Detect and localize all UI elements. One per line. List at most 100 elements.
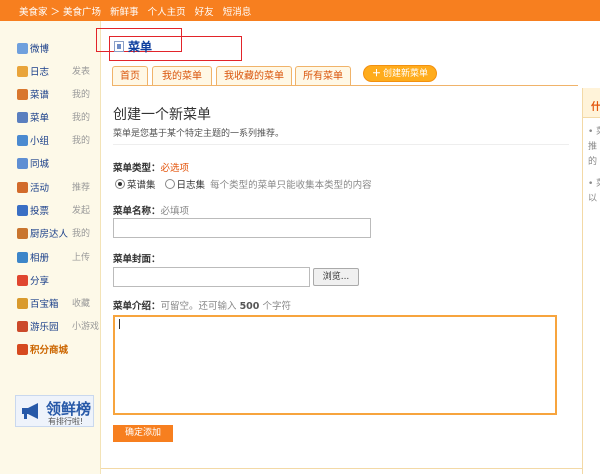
- tab-home[interactable]: 首页: [112, 66, 148, 86]
- type-label: 菜单类型：: [113, 163, 161, 174]
- right-panel-line: 推: [588, 142, 598, 152]
- sidebar-item-label[interactable]: 同城: [30, 159, 49, 170]
- city-icon: [17, 158, 28, 169]
- game-icon: [17, 321, 28, 332]
- sidebar-item-label[interactable]: 厨房达人: [30, 229, 68, 240]
- tab-all-menus[interactable]: 所有菜单: [295, 66, 351, 86]
- right-info-panel: 什 • 菜 推 的 • 菜 以: [582, 88, 600, 474]
- leaderboard-banner[interactable]: 领鲜榜 有排行啦!: [15, 395, 94, 427]
- sidebar-item-sublink[interactable]: 我的: [72, 133, 90, 146]
- top-link-news[interactable]: 新鲜事: [110, 7, 139, 18]
- sidebar-item[interactable]: 日志 发表: [17, 64, 97, 78]
- text-cursor: [119, 319, 120, 329]
- radio-blog-set-label[interactable]: 日志集: [177, 180, 206, 191]
- sidebar-item-sublink[interactable]: 推荐: [72, 180, 90, 193]
- cover-label-row: 菜单封面：: [113, 251, 161, 265]
- name-label-row: 菜单名称：必填项: [113, 203, 189, 217]
- sidebar-item-label[interactable]: 菜谱: [30, 90, 49, 101]
- menu-icon: [17, 112, 28, 123]
- sidebar-item-label[interactable]: 菜单: [30, 113, 49, 124]
- treasure-icon: [17, 298, 28, 309]
- sidebar-item-label[interactable]: 百宝箱: [30, 299, 59, 310]
- cover-label: 菜单封面：: [113, 254, 161, 265]
- name-label: 菜单名称：: [113, 206, 161, 217]
- radio-recipe-set[interactable]: [115, 179, 125, 189]
- sidebar-item[interactable]: 分享: [17, 273, 97, 287]
- sidebar-item-sublink[interactable]: 发起: [72, 203, 90, 216]
- type-radio-group: 菜谱集 日志集 每个类型的菜单只能收集本类型的内容: [115, 177, 372, 191]
- type-hint: 每个类型的菜单只能收集本类型的内容: [210, 180, 372, 191]
- breadcrumb[interactable]: 美食家 ＞ 美食广场: [19, 7, 101, 18]
- sidebar-item[interactable]: 活动 推荐: [17, 180, 97, 194]
- sidebar-item[interactable]: 菜谱 我的: [17, 87, 97, 101]
- right-panel-line: 以: [588, 194, 598, 204]
- sidebar-item-sublink[interactable]: 我的: [72, 226, 90, 239]
- right-panel-line: 的: [588, 157, 598, 167]
- page-title: 菜单: [128, 40, 153, 54]
- menu-name-input[interactable]: [113, 218, 371, 238]
- browse-button[interactable]: 浏览...: [313, 268, 359, 286]
- menu-title-icon: [114, 41, 124, 52]
- submit-button[interactable]: 确定添加: [113, 425, 173, 442]
- top-link-homepage[interactable]: 个人主页: [148, 7, 186, 18]
- sidebar-item-label[interactable]: 小组: [30, 136, 49, 147]
- form-heading: 创建一个新菜单: [113, 107, 211, 123]
- sidebar-item-sublink[interactable]: 小游戏: [72, 319, 99, 332]
- radio-recipe-set-label[interactable]: 菜谱集: [127, 180, 156, 191]
- create-menu-label: 创建新菜单: [383, 69, 429, 79]
- sidebar-item[interactable]: 小组 我的: [17, 133, 97, 147]
- top-nav-bar: 美食家 ＞ 美食广场 新鲜事 个人主页 好友 短消息: [0, 0, 600, 21]
- sidebar-item-label[interactable]: 投票: [30, 206, 49, 217]
- blog-icon: [17, 66, 28, 77]
- create-menu-button[interactable]: ＋创建新菜单: [363, 65, 437, 82]
- tab-underline: [112, 85, 578, 86]
- intro-label: 菜单介绍：: [113, 301, 161, 312]
- weibo-icon: [17, 43, 28, 54]
- sidebar-item-label[interactable]: 分享: [30, 276, 49, 287]
- album-icon: [17, 252, 28, 263]
- sidebar-item-sublink[interactable]: 我的: [72, 110, 90, 123]
- tab-my-menus[interactable]: 我的菜单: [152, 66, 212, 86]
- sidebar-item-label[interactable]: 积分商城: [30, 345, 68, 356]
- megaphone-icon: [22, 403, 38, 419]
- intro-hint-suffix: 个字符: [262, 301, 291, 312]
- right-panel-header: 什: [583, 88, 600, 118]
- right-panel-line: • 菜: [588, 179, 600, 189]
- type-label-row: 菜单类型：必选项: [113, 160, 189, 174]
- radio-blog-set[interactable]: [164, 179, 175, 189]
- divider: [113, 144, 569, 145]
- sidebar-item[interactable]: 积分商城: [17, 342, 97, 356]
- sidebar-item[interactable]: 微博: [17, 41, 97, 55]
- sidebar-item[interactable]: 游乐园 小游戏: [17, 319, 99, 333]
- sidebar-item-sublink[interactable]: 上传: [72, 250, 90, 263]
- chef-icon: [17, 228, 28, 239]
- sidebar-item[interactable]: 相册 上传: [17, 250, 97, 264]
- sidebar-item[interactable]: 百宝箱 收藏: [17, 296, 97, 310]
- sidebar-item-label[interactable]: 相册: [30, 253, 49, 264]
- menu-intro-textarea[interactable]: [113, 315, 557, 415]
- points-icon: [17, 344, 28, 355]
- sidebar-item[interactable]: 菜单 我的: [17, 110, 97, 124]
- top-nav: 美食家 ＞ 美食广场 新鲜事 个人主页 好友 短消息: [19, 4, 257, 18]
- sidebar-item[interactable]: 同城: [17, 156, 97, 170]
- vote-icon: [17, 205, 28, 216]
- sidebar-item-sublink[interactable]: 发表: [72, 64, 90, 77]
- bottom-border: [101, 468, 582, 469]
- banner-subtitle: 有排行啦!: [48, 417, 84, 426]
- top-link-messages[interactable]: 短消息: [223, 7, 252, 18]
- sidebar-item-label[interactable]: 微博: [30, 44, 49, 55]
- sidebar-item[interactable]: 厨房达人 我的: [17, 226, 97, 240]
- sidebar-item-label[interactable]: 游乐园: [30, 322, 59, 333]
- plus-icon: ＋: [371, 69, 381, 79]
- sidebar-item-label[interactable]: 活动: [30, 183, 49, 194]
- right-panel-line: • 菜: [588, 127, 600, 137]
- sidebar-item-label[interactable]: 日志: [30, 67, 49, 78]
- sidebar-item-sublink[interactable]: 收藏: [72, 296, 90, 309]
- top-link-friends[interactable]: 好友: [195, 7, 214, 18]
- sidebar-item[interactable]: 投票 发起: [17, 203, 97, 217]
- tab-favorite-menus[interactable]: 我收藏的菜单: [216, 66, 292, 86]
- sidebar-item-sublink[interactable]: 我的: [72, 87, 90, 100]
- cover-file-input[interactable]: [113, 267, 310, 287]
- recipe-icon: [17, 89, 28, 100]
- right-panel-title: 什: [591, 102, 600, 113]
